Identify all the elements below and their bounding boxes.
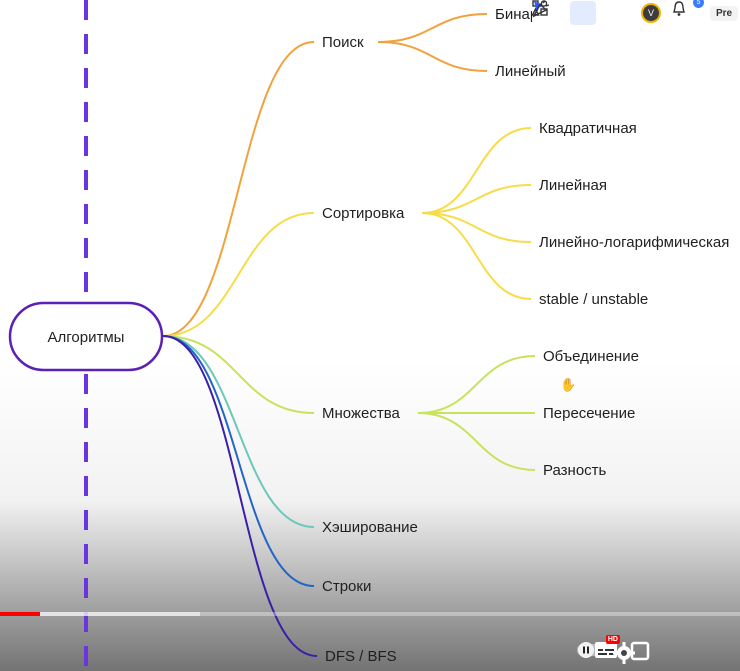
branch-node-множества[interactable]: Множества [322, 405, 400, 422]
root-node-label: Алгоритмы [48, 329, 125, 346]
edge-объединение [417, 355, 536, 414]
leaf-node-квадратичная[interactable]: Квадратичная [539, 120, 637, 137]
played-bar [0, 612, 40, 616]
player-controls: HD [572, 626, 650, 664]
select-cursor-icon[interactable] [534, 1, 596, 25]
leaf-node-объединение[interactable]: Объединение [543, 348, 639, 365]
edge-квадратичная [421, 127, 532, 214]
leaf-node-линейная[interactable]: Линейная [539, 177, 607, 194]
celebrate-icon[interactable] [532, 0, 630, 25]
hd-badge: HD [605, 635, 620, 644]
leaf-node-пересечение[interactable]: Пересечение [543, 405, 635, 422]
notification-bell-icon[interactable]: 5 [672, 0, 704, 25]
mindmap-canvas: ПоискБинарныйЛинейныйСортировкаКвадратич… [8, 0, 729, 671]
video-progress-bar[interactable] [0, 612, 740, 616]
edge-линейно-логарифмическая [421, 212, 532, 243]
collab-toolbar: V 5 Pre [532, 0, 740, 26]
edge-разность [417, 412, 536, 471]
branch-node-сортировка[interactable]: Сортировка [322, 205, 405, 222]
video-frame: Поиск Бинарный Линейный Сортировка Квадратич… [0, 0, 740, 671]
edge-dfs-bfs [162, 335, 318, 657]
leaf-node-линейный[interactable]: Линейный [495, 63, 566, 80]
notification-count: 5 [693, 0, 704, 8]
edge-поиск [162, 41, 315, 337]
edge-бинарный [377, 13, 488, 43]
edge-линейная [421, 184, 532, 214]
branch-node-строки[interactable]: Строки [322, 578, 371, 595]
edge-хэширование [162, 335, 315, 528]
leaf-node-линейно-логарифмическая[interactable]: Линейно-логарифмическая [539, 234, 729, 251]
edge-линейный [377, 41, 488, 72]
branch-node-dfs-bfs[interactable]: DFS / BFS [325, 648, 397, 665]
present-button[interactable]: Pre [710, 5, 739, 21]
edge-сортировка [162, 212, 315, 337]
hand-cursor-icon: ✋ [560, 377, 577, 392]
edge-stable-unstable [421, 212, 532, 300]
leaf-node-разность[interactable]: Разность [543, 462, 607, 479]
leaf-node-stable-unstable[interactable]: stable / unstable [539, 291, 648, 308]
branch-node-хэширование[interactable]: Хэширование [322, 519, 418, 536]
branch-node-поиск[interactable]: Поиск [322, 34, 364, 51]
user-avatar[interactable]: V [638, 1, 664, 25]
